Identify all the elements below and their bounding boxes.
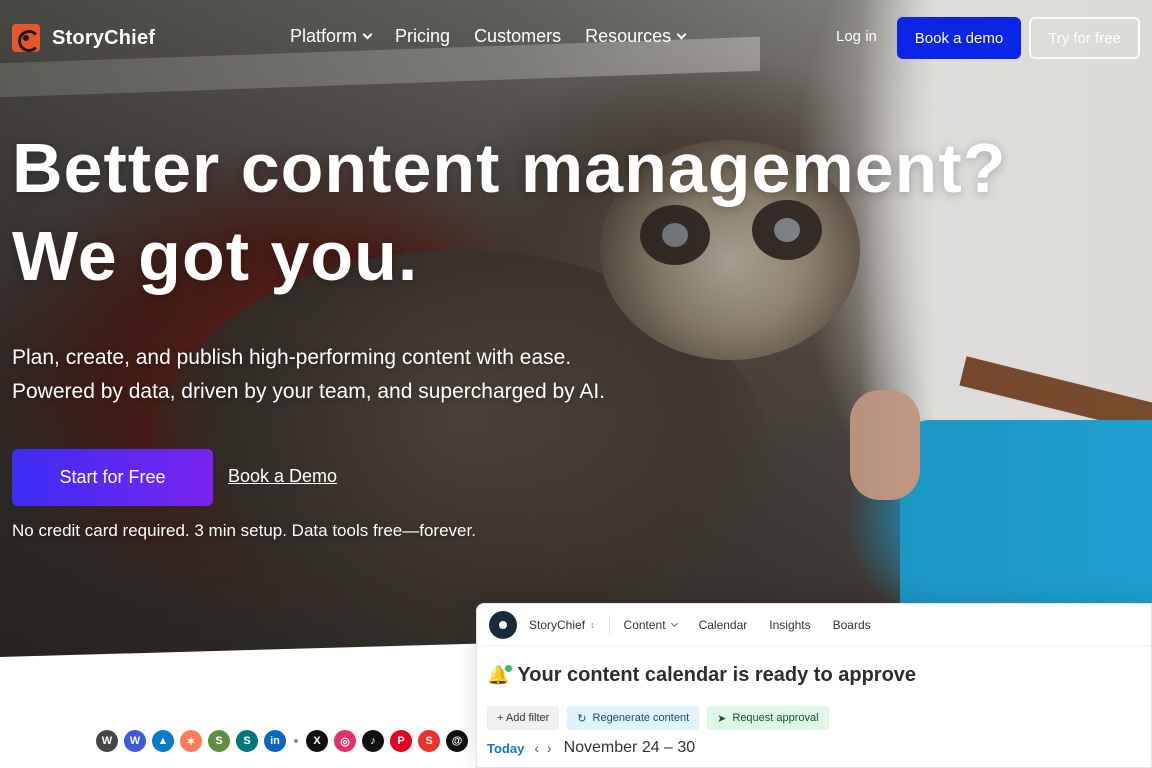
headline-line-1: Better content management? — [12, 129, 1007, 207]
brand-logo[interactable]: StoryChief — [12, 24, 155, 52]
brand-name: StoryChief — [52, 26, 156, 49]
storychief-app-logo-icon — [489, 610, 517, 639]
chevron-down-icon — [362, 29, 373, 40]
nav-item-platform[interactable]: Platform — [290, 26, 373, 47]
nav-item-label: Platform — [290, 26, 358, 46]
try-free-button[interactable]: Try for free — [1029, 17, 1140, 59]
hubspot-icon: ✶ — [180, 730, 202, 752]
add-filter-label: + Add filter — [497, 712, 550, 724]
hero-background — [0, 0, 1152, 680]
send-icon: ➤ — [717, 712, 727, 725]
hero-overlay — [0, 0, 1152, 680]
app-preview-card: StoryChief ↕ Content Calendar Insights B… — [476, 603, 1152, 768]
nav-item-customers[interactable]: Customers — [474, 26, 561, 47]
bell-icon: 🔔 — [487, 665, 513, 685]
refresh-icon: ↻ — [577, 712, 587, 725]
book-demo-link[interactable]: Book a Demo — [228, 466, 337, 487]
hero-note: No credit card required. 3 min setup. Da… — [12, 521, 476, 540]
sharepoint-icon: S — [236, 730, 258, 752]
updown-chevron-icon: ↕ — [590, 619, 595, 630]
app-preview-nav: StoryChief ↕ Content Calendar Insights B… — [477, 604, 1151, 646]
top-nav: StoryChief Platform Pricing Customers Re… — [0, 0, 1152, 76]
drupal-icon: ▲ — [152, 730, 174, 752]
book-demo-button[interactable]: Book a demo — [897, 17, 1021, 59]
nav-item-pricing[interactable]: Pricing — [395, 26, 450, 47]
regenerate-label: Regenerate content — [592, 712, 690, 724]
week-arrows: ‹ › — [534, 740, 553, 756]
week-range: November 24 – 30 — [563, 739, 696, 756]
chevron-right-icon[interactable]: › — [547, 740, 554, 756]
app-tab-boards[interactable]: Boards — [833, 618, 871, 632]
x-icon: X — [306, 730, 328, 752]
hero-headline: Better content management? We got you. — [12, 124, 1006, 300]
app-preview-title-text: Your content calendar is ready to approv… — [517, 664, 917, 686]
linkedin-icon: in — [264, 730, 286, 752]
workspace-name: StoryChief — [529, 617, 586, 632]
separator-dot — [294, 739, 298, 743]
app-tab-calendar[interactable]: Calendar — [699, 618, 748, 632]
request-approval-button[interactable]: ➤ Request approval — [707, 706, 829, 730]
app-preview-actions: + Add filter ↻ Regenerate content ➤ Requ… — [487, 706, 829, 730]
request-approval-label: Request approval — [732, 712, 819, 724]
webflow-icon: W — [124, 730, 146, 752]
subheadline-line-1: Plan, create, and publish high-performin… — [12, 346, 572, 369]
threads-icon: @ — [446, 730, 468, 752]
calendar-week-nav: Today ‹ › November 24 – 30 — [487, 739, 695, 757]
today-button[interactable]: Today — [487, 741, 524, 756]
app-tab-label: Calendar — [698, 617, 748, 632]
app-preview-title: 🔔 Your content calendar is ready to appr… — [487, 664, 916, 687]
subheadline-line-2: Powered by data, driven by your team, an… — [12, 380, 606, 403]
nav-divider — [608, 614, 610, 635]
add-filter-button[interactable]: + Add filter — [487, 706, 560, 730]
regenerate-content-button[interactable]: ↻ Regenerate content — [567, 706, 700, 730]
app-tab-label: Content — [623, 617, 666, 632]
headline-line-2: We got you. — [12, 217, 419, 295]
app-tab-label: Boards — [832, 617, 871, 632]
wordpress-icon: W — [96, 730, 118, 752]
app-tab-insights[interactable]: Insights — [769, 618, 810, 632]
nav-item-resources[interactable]: Resources — [585, 26, 687, 47]
main-menu: Platform Pricing Customers Resources — [290, 26, 687, 47]
app-tab-label: Insights — [769, 617, 811, 632]
chevron-left-icon[interactable]: ‹ — [534, 740, 541, 756]
storychief-logo-icon — [12, 24, 40, 52]
tiktok-icon: ♪ — [362, 730, 384, 752]
integrations-row: W W ▲ ✶ S Sin X ◎ ♪ P S @ — [96, 730, 468, 752]
nav-item-label: Customers — [474, 26, 562, 46]
shopify-icon: S — [208, 730, 230, 752]
start-free-button[interactable]: Start for Free — [12, 449, 213, 506]
nav-item-label: Resources — [585, 26, 672, 46]
instagram-icon: ◎ — [334, 730, 356, 752]
nav-item-label: Pricing — [395, 26, 451, 46]
storychief-s-icon: S — [418, 730, 440, 752]
app-tab-content[interactable]: Content — [623, 617, 678, 632]
pinterest-icon: P — [390, 730, 412, 752]
chevron-down-icon — [670, 619, 678, 627]
workspace-switcher[interactable]: StoryChief ↕ — [529, 618, 595, 632]
hero-subheadline: Plan, create, and publish high-performin… — [12, 341, 605, 409]
login-link[interactable]: Log in — [836, 28, 877, 45]
chevron-down-icon — [676, 29, 687, 40]
